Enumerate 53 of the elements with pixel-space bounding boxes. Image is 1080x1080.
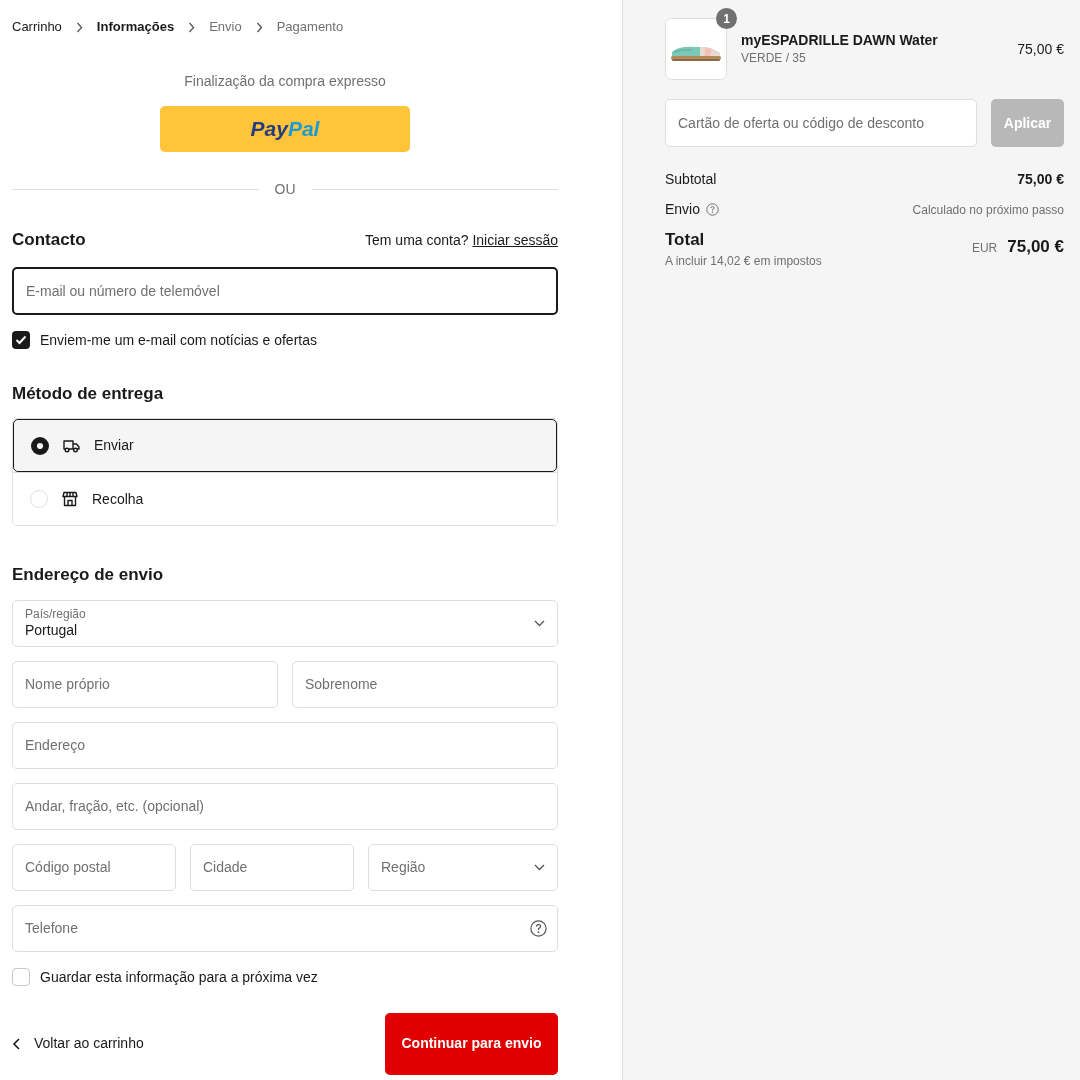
input-field[interactable]: Andar, fração, etc. (opcional) [12, 782, 558, 830]
breadcrumb-item[interactable]: Informações [96, 17, 175, 37]
divider-label: OU [274, 180, 296, 199]
input-field[interactable]: Endereço [12, 721, 558, 769]
help-icon[interactable] [530, 919, 547, 937]
shipping-label: Envio [665, 200, 701, 219]
paypal-button[interactable]: PayPal [160, 106, 410, 152]
checkbox-label: Enviem-me um e-mail com notícias e ofertas [40, 330, 317, 350]
chevron-right-icon [255, 21, 263, 33]
input-field[interactable]: Nome próprio [12, 660, 278, 708]
breadcrumb-item[interactable]: Carrinho [12, 17, 62, 37]
back-to-cart-link[interactable]: Voltar ao carrinho [12, 1033, 144, 1054]
radio-button[interactable] [30, 490, 48, 508]
store-icon [62, 491, 78, 507]
currency-code: EUR [971, 240, 998, 257]
section-heading: Contacto [12, 229, 86, 251]
tax-note: A incluir 14,02 € em impostos [665, 253, 822, 270]
section-heading: Método de entrega [12, 382, 165, 405]
radio-button[interactable] [31, 436, 49, 455]
checkbox[interactable] [12, 968, 30, 986]
region-select[interactable]: Região [368, 843, 558, 891]
chevron-left-icon [12, 1037, 22, 1050]
product-name: myESPADRILLE DAWN Water [741, 31, 939, 49]
product-variant: VERDE / 35 [741, 50, 807, 67]
total-value: 75,00 € [1007, 236, 1064, 258]
chevron-right-icon [75, 21, 83, 33]
chevron-down-icon [534, 863, 545, 871]
input-field[interactable]: Cidade [190, 843, 354, 891]
input-field[interactable]: Sobrenome [292, 660, 558, 708]
express-checkout-title: Finalização da compra expresso [184, 72, 386, 91]
breadcrumb-item[interactable]: Envio [209, 17, 242, 37]
input-field[interactable]: Código postal [12, 843, 176, 891]
continue-button[interactable]: Continuar para envio [385, 1012, 558, 1075]
breadcrumb-item[interactable]: Pagamento [276, 17, 344, 37]
delivery-option[interactable]: Enviar [13, 419, 557, 472]
checkbox-label: Guardar esta informação para a próxima vez [40, 967, 318, 987]
chevron-down-icon [534, 619, 545, 627]
truck-icon [63, 438, 80, 453]
shipping-value: Calculado no próximo passo [912, 201, 1064, 219]
login-link[interactable]: Iniciar sessão [472, 232, 558, 248]
country-select[interactable]: País/região Portugal [12, 599, 558, 647]
product-price: 75,00 € [1017, 39, 1064, 59]
input-field[interactable]: Telefone [12, 904, 558, 952]
section-heading: Endereço de envio [12, 564, 165, 586]
delivery-option[interactable]: Recolha [13, 472, 557, 525]
quantity-badge: 1 [716, 8, 737, 29]
checkbox[interactable] [12, 331, 30, 349]
total-label: Total [665, 230, 706, 250]
email-field[interactable]: E-mail ou número de telemóvel [12, 266, 558, 315]
account-prompt: Tem uma conta? [365, 232, 469, 248]
chevron-right-icon [188, 21, 196, 33]
subtotal-value: 75,00 € [1017, 170, 1064, 189]
subtotal-label: Subtotal [665, 170, 717, 189]
